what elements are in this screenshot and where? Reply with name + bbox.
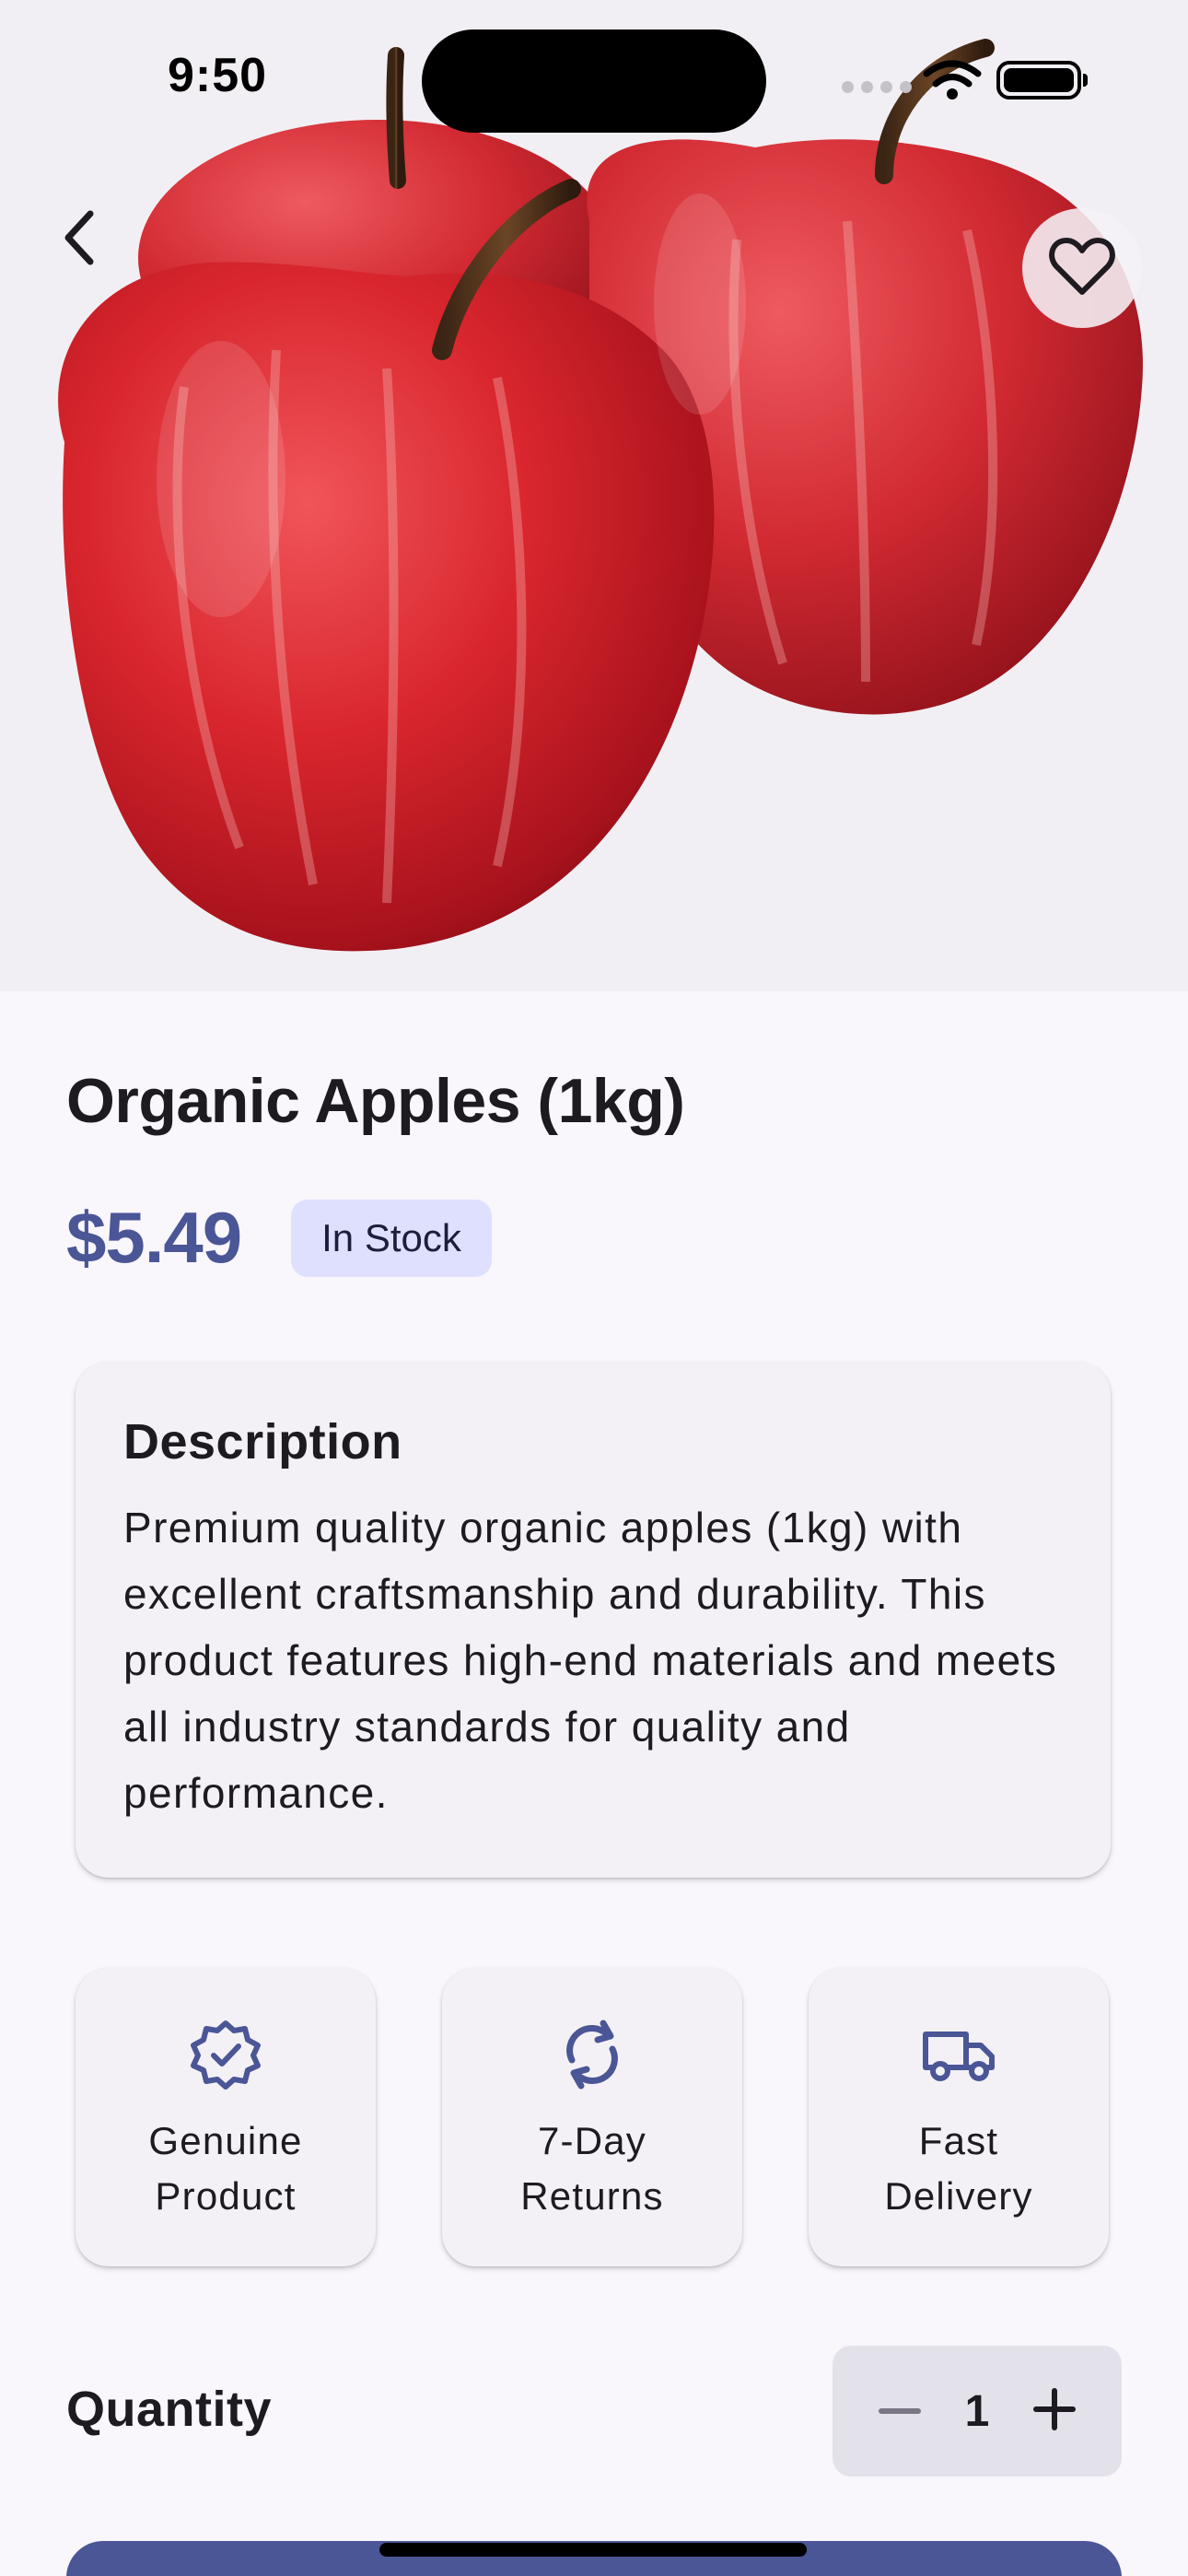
minus-icon [878, 2403, 922, 2419]
product-image [0, 0, 1188, 991]
cellular-signal-icon [842, 81, 912, 93]
truck-icon [922, 2016, 996, 2093]
feature-cards: Genuine Product 7-Day Returns Fast Deliv… [76, 1968, 1111, 2266]
quantity-label: Quantity [66, 2382, 273, 2437]
description-text: Premium quality organic apples (1kg) wit… [123, 1504, 1058, 1817]
dynamic-island [422, 29, 766, 133]
feature-label: 7-Day Returns [520, 2119, 664, 2218]
increase-quantity-button[interactable] [1017, 2373, 1092, 2449]
quantity-stepper: 1 [833, 2346, 1122, 2476]
heart-icon [1049, 237, 1115, 300]
feature-returns: 7-Day Returns [442, 1968, 742, 2266]
product-title: Organic Apples (1kg) [66, 1066, 685, 1136]
feature-fast-delivery: Fast Delivery [809, 1968, 1109, 2266]
quantity-value: 1 [964, 2386, 990, 2436]
wifi-icon [923, 59, 982, 106]
sync-icon [559, 2016, 625, 2093]
verified-badge-icon [189, 2016, 262, 2093]
description-card: Description Premium quality organic appl… [76, 1362, 1111, 1878]
stock-status-badge: In Stock [291, 1200, 492, 1277]
description-heading: Description [123, 1414, 402, 1469]
battery-icon [996, 61, 1088, 100]
status-time: 9:50 [168, 49, 268, 102]
back-button[interactable] [50, 205, 109, 275]
feature-genuine-product: Genuine Product [76, 1968, 376, 2266]
plus-icon [1032, 2387, 1077, 2436]
decrease-quantity-button[interactable] [862, 2373, 938, 2449]
feature-label: Fast Delivery [884, 2119, 1033, 2218]
home-indicator [379, 2543, 807, 2557]
feature-label: Genuine Product [148, 2119, 303, 2218]
product-price: $5.49 [66, 1197, 242, 1278]
favorite-button[interactable] [1022, 208, 1142, 328]
chevron-left-icon [61, 208, 98, 272]
